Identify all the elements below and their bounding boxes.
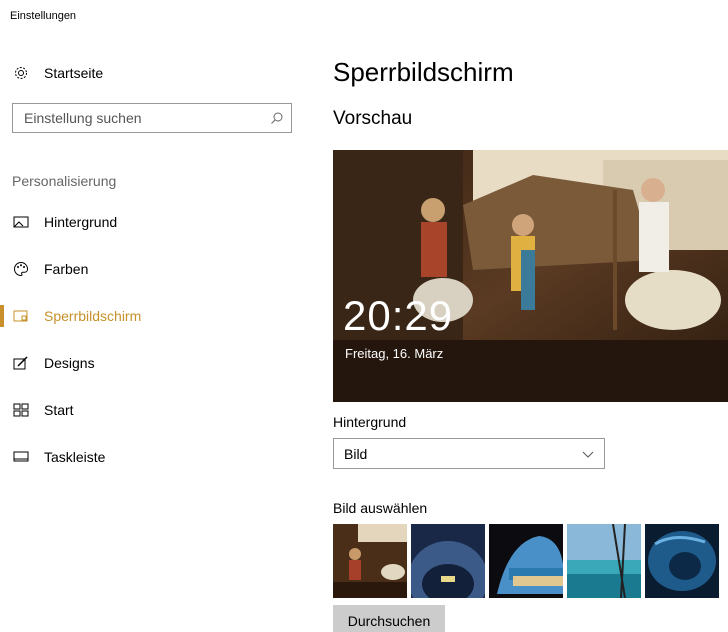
start-icon bbox=[12, 401, 30, 419]
image-thumbnails bbox=[333, 524, 719, 598]
lock-screen-date: Freitag, 16. März bbox=[345, 346, 444, 361]
sidebar-item-label: Farben bbox=[44, 260, 89, 277]
sidebar-item-label: Hintergrund bbox=[44, 213, 118, 230]
thumbnail-ice-cave[interactable] bbox=[645, 524, 719, 598]
search-box[interactable] bbox=[12, 103, 292, 133]
lock-screen-preview: 20:29 Freitag, 16. März bbox=[333, 150, 728, 402]
search-input[interactable] bbox=[13, 104, 263, 132]
sidebar-item-designs[interactable]: Designs bbox=[0, 339, 310, 386]
sidebar-item-label: Taskleiste bbox=[44, 448, 106, 465]
home-link[interactable]: Startseite bbox=[12, 64, 103, 82]
chevron-down-icon bbox=[582, 446, 594, 462]
background-select[interactable]: Bild bbox=[333, 438, 605, 469]
palette-icon bbox=[12, 260, 30, 278]
search-icon[interactable] bbox=[263, 111, 291, 125]
gear-icon bbox=[12, 64, 30, 82]
sidebar-item-label: Designs bbox=[44, 354, 95, 371]
sidebar-item-taskleiste[interactable]: Taskleiste bbox=[0, 433, 310, 480]
section-label: Personalisierung bbox=[12, 173, 117, 189]
sidebar-item-hintergrund[interactable]: Hintergrund bbox=[0, 198, 310, 245]
choose-image-label: Bild auswählen bbox=[333, 500, 428, 516]
lock-screen-time: 20:29 bbox=[343, 292, 454, 339]
brush-icon bbox=[12, 354, 30, 372]
nav-list: Hintergrund Farben Sperrbildschirm Desig… bbox=[0, 198, 310, 480]
background-label: Hintergrund bbox=[333, 414, 407, 430]
sidebar-item-start[interactable]: Start bbox=[0, 386, 310, 433]
thumbnail-lagoon[interactable] bbox=[567, 524, 641, 598]
sidebar-item-label: Start bbox=[44, 401, 74, 418]
thumbnail-beach-arch[interactable] bbox=[489, 524, 563, 598]
sidebar-item-sperrbildschirm[interactable]: Sperrbildschirm bbox=[0, 292, 310, 339]
background-select-value: Bild bbox=[344, 445, 368, 462]
browse-button[interactable]: Durchsuchen bbox=[333, 605, 445, 632]
sidebar-item-label: Sperrbildschirm bbox=[44, 307, 142, 324]
settings-window: Einstellungen Startseite Personalisierun… bbox=[0, 0, 728, 632]
preview-heading: Vorschau bbox=[333, 108, 413, 129]
thumbnail-cave[interactable] bbox=[411, 524, 485, 598]
sidebar-item-farben[interactable]: Farben bbox=[0, 245, 310, 292]
thumbnail-nativity[interactable] bbox=[333, 524, 407, 598]
taskbar-icon bbox=[12, 448, 30, 466]
lock-screen-icon bbox=[12, 307, 30, 325]
image-icon bbox=[12, 213, 30, 231]
home-label: Startseite bbox=[44, 65, 104, 81]
window-title: Einstellungen bbox=[10, 10, 77, 22]
preview-image bbox=[333, 150, 728, 402]
page-title: Sperrbildschirm bbox=[333, 57, 514, 87]
